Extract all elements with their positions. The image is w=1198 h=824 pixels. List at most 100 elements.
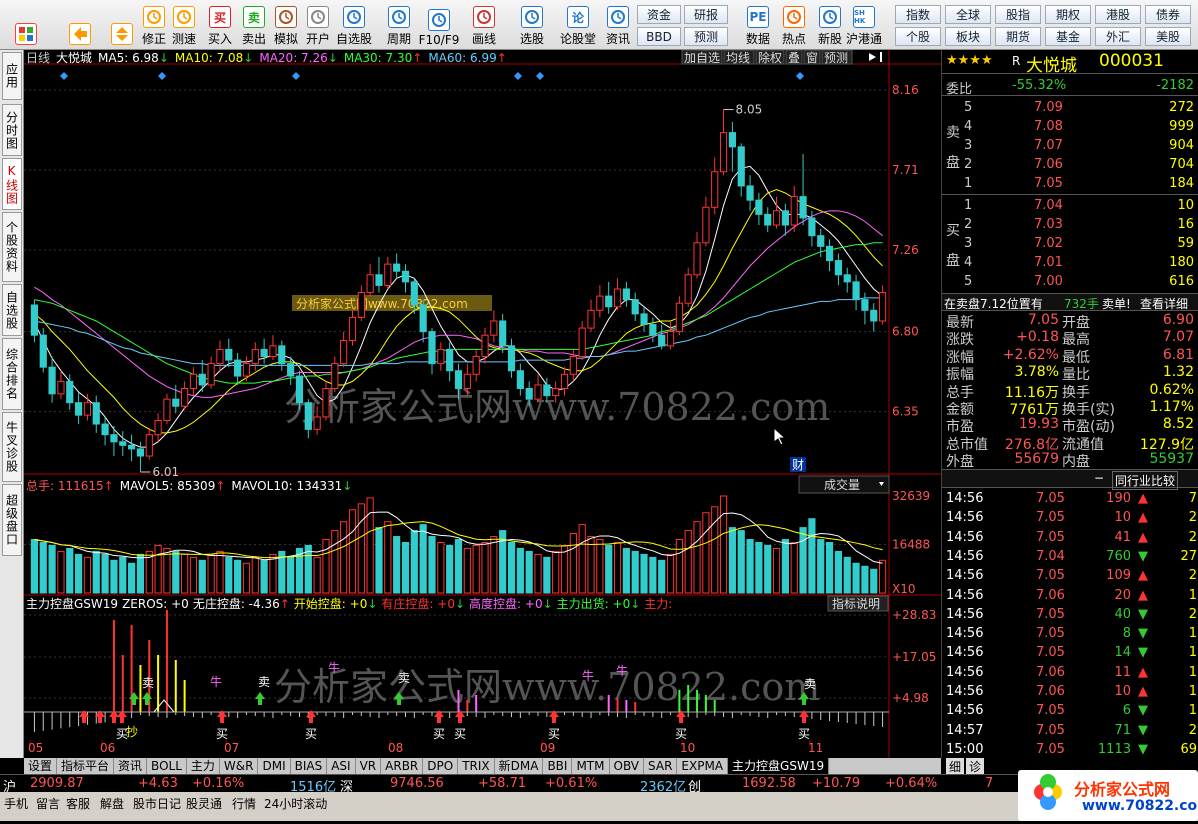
- toolbar-f10-button[interactable]: F10/F9: [419, 3, 459, 47]
- volume-bar[interactable]: [463, 547, 471, 594]
- volume-bar[interactable]: [428, 536, 436, 594]
- volume-bar[interactable]: [534, 553, 542, 594]
- indicator-tab[interactable]: 指标平台: [57, 758, 115, 774]
- volume-bar[interactable]: [225, 556, 233, 594]
- toolbar-screen-button[interactable]: 选股: [514, 3, 550, 47]
- toolbar-forum-button[interactable]: 论论股堂: [560, 3, 596, 47]
- market-button[interactable]: 外汇: [1095, 27, 1141, 46]
- volume-bar[interactable]: [92, 550, 100, 594]
- status-item[interactable]: 手机: [4, 795, 28, 812]
- volume-bar[interactable]: [181, 553, 189, 594]
- volume-bar[interactable]: [348, 509, 357, 594]
- volume-bar[interactable]: [163, 547, 171, 594]
- volume-bar[interactable]: [693, 521, 701, 594]
- volume-bar[interactable]: [666, 553, 675, 594]
- volume-bar[interactable]: [817, 539, 825, 594]
- volume-bar[interactable]: [128, 562, 136, 594]
- volume-bar[interactable]: [870, 568, 878, 594]
- peer-compare-button[interactable]: 同行业比较: [1112, 471, 1179, 490]
- buy-level-row[interactable]: 4 7.01 180: [942, 253, 1198, 273]
- volume-bar[interactable]: [287, 556, 295, 594]
- volume-bar[interactable]: [216, 550, 224, 594]
- volume-bar[interactable]: [481, 541, 489, 594]
- toolbar-hk-button[interactable]: SH HK 沪港通: [846, 3, 882, 47]
- volume-bar[interactable]: [790, 541, 798, 594]
- cy-index[interactable]: 1692.58: [742, 776, 796, 791]
- indicator-tab[interactable]: DPO: [423, 758, 459, 774]
- indicator-tab[interactable]: ARBR: [381, 758, 424, 774]
- volume-bar[interactable]: [852, 562, 860, 594]
- volume-select[interactable]: 成交量: [798, 475, 890, 494]
- indicator-tab[interactable]: 新DMA: [495, 758, 544, 774]
- sell-level-row[interactable]: 5 7.09 272: [942, 98, 1198, 118]
- buy-level-row[interactable]: 5 7.00 616: [942, 272, 1198, 292]
- sz-index[interactable]: 9746.56: [390, 776, 444, 791]
- volume-bar[interactable]: [172, 550, 180, 594]
- market-button[interactable]: 港股: [1095, 5, 1141, 24]
- volume-bar[interactable]: [340, 521, 348, 594]
- toolbar-3-small-button[interactable]: 预测: [684, 27, 728, 46]
- volume-bar[interactable]: [393, 536, 401, 594]
- indicator-tab[interactable]: EXPMA: [677, 758, 729, 774]
- volume-bar[interactable]: [234, 559, 242, 594]
- sell-level-row[interactable]: 3 7.07 904: [942, 136, 1198, 156]
- volume-bar[interactable]: [878, 559, 887, 594]
- volume-bar[interactable]: [613, 541, 622, 594]
- volume-bar[interactable]: [207, 553, 215, 594]
- chart-header-button[interactable]: 除权: [755, 50, 785, 65]
- volume-bar[interactable]: [198, 559, 206, 594]
- indicator-tab[interactable]: 主力控盘GSW19: [728, 758, 830, 774]
- quote-bottom-tab[interactable]: 细: [946, 758, 964, 774]
- toolbar-fire-button[interactable]: 热点: [776, 3, 812, 47]
- status-item[interactable]: 客服: [66, 795, 90, 812]
- toolbar-1-small-button[interactable]: 研报: [684, 5, 728, 24]
- indicator-tab[interactable]: MTM: [572, 758, 610, 774]
- quote-bottom-tab[interactable]: 诊: [966, 758, 984, 774]
- volume-bar[interactable]: [313, 556, 321, 594]
- indicator-tab[interactable]: 设置: [24, 758, 58, 774]
- sh-index[interactable]: 2909.87: [30, 776, 84, 791]
- status-item[interactable]: 解盘: [100, 795, 124, 812]
- market-button[interactable]: 板块: [945, 27, 991, 46]
- volume-bar[interactable]: [658, 559, 666, 594]
- volume-bar[interactable]: [419, 524, 427, 594]
- indicator-help-button[interactable]: 指标说明: [827, 595, 889, 612]
- volume-bar[interactable]: [675, 539, 683, 594]
- market-button[interactable]: 全球: [945, 5, 991, 24]
- chart-area[interactable]: 日线 大悦城 MA5: 6.98↓ MA10: 7.08↓ MA20: 7.26↓ MA3…: [24, 50, 941, 758]
- sell-level-row[interactable]: 1 7.05 184: [942, 174, 1198, 194]
- market-button[interactable]: 基金: [1045, 27, 1091, 46]
- volume-bar[interactable]: [825, 541, 834, 594]
- volume-bar[interactable]: [83, 556, 92, 594]
- indicator-tab[interactable]: OBV: [610, 758, 645, 774]
- toolbar-buy-button[interactable]: 买买入: [202, 3, 238, 47]
- chart-header-button[interactable]: 窗: [803, 50, 821, 65]
- sell-level-row[interactable]: 4 7.08 999: [942, 117, 1198, 137]
- volume-bar[interactable]: [154, 544, 162, 594]
- volume-bar[interactable]: [401, 541, 410, 594]
- volume-bar[interactable]: [764, 544, 772, 594]
- volume-bar[interactable]: [834, 550, 842, 594]
- chart-header-button[interactable]: 预测: [821, 50, 853, 65]
- left-tab-4[interactable]: 自选股: [2, 284, 22, 336]
- indicator-tab[interactable]: BBI: [543, 758, 573, 774]
- volume-bar[interactable]: [781, 539, 789, 594]
- market-button[interactable]: 期货: [995, 27, 1041, 46]
- chart-header-button[interactable]: 均线: [723, 50, 755, 65]
- toolbar-news-button[interactable]: 资讯: [600, 3, 636, 47]
- volume-bar[interactable]: [260, 559, 268, 594]
- toolbar-stopwatch-button[interactable]: 测速: [166, 3, 202, 47]
- market-button[interactable]: 指数: [895, 5, 941, 24]
- volume-bar[interactable]: [119, 556, 127, 594]
- volume-bar[interactable]: [375, 527, 383, 594]
- collapse-icon[interactable]: −: [1094, 471, 1104, 485]
- volume-bar[interactable]: [799, 527, 807, 594]
- volume-bar[interactable]: [57, 550, 65, 594]
- market-button[interactable]: 债券: [1145, 5, 1191, 24]
- volume-bar[interactable]: [384, 521, 392, 594]
- toolbar-up-down-arrows-button[interactable]: [104, 3, 140, 47]
- volume-bar[interactable]: [110, 559, 118, 594]
- volume-bar[interactable]: [437, 541, 445, 594]
- volume-bar[interactable]: [66, 547, 74, 594]
- volume-bar[interactable]: [30, 539, 39, 594]
